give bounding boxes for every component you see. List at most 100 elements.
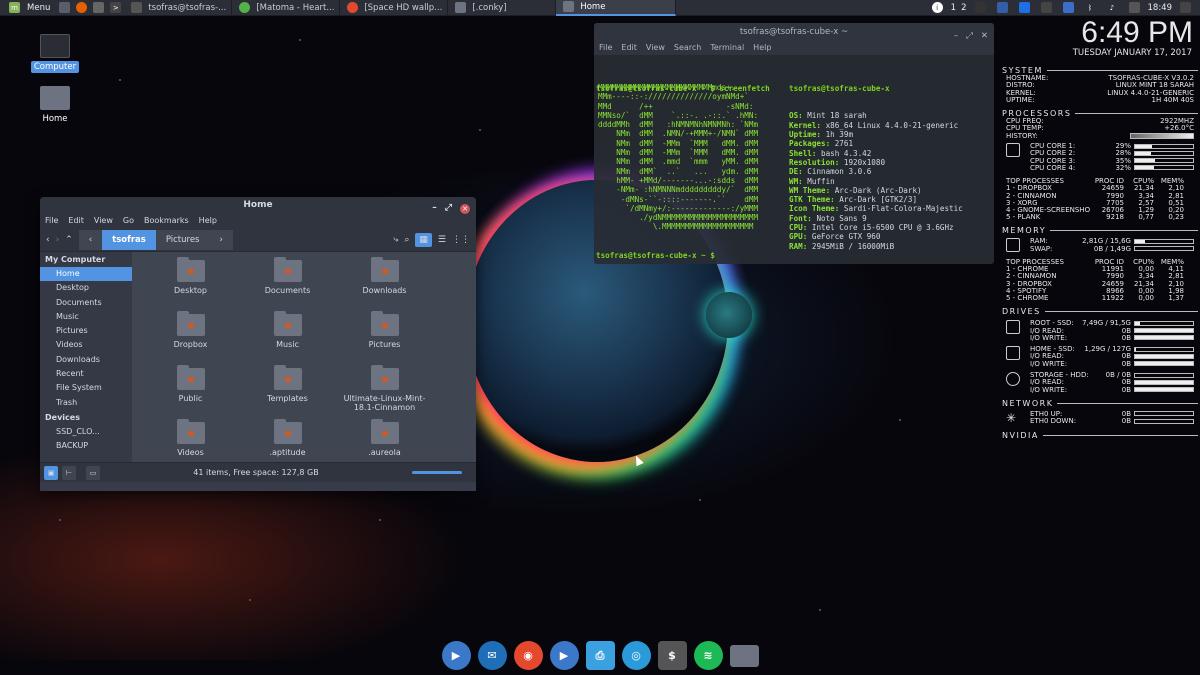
keyboard-flag-icon[interactable] — [996, 2, 1008, 13]
info-line: Packages: 2761 — [789, 139, 963, 148]
sidebar-item-trash[interactable]: Trash — [40, 396, 132, 410]
maximize-icon[interactable]: ⤢ — [445, 200, 452, 217]
network-icon[interactable] — [1128, 2, 1140, 13]
menu-help[interactable]: Help — [199, 214, 217, 228]
places-icon[interactable]: ▣ — [44, 465, 58, 480]
menu-edit[interactable]: Edit — [68, 214, 84, 228]
updates-icon[interactable] — [1040, 2, 1052, 13]
sidebar-item-downloads[interactable]: Downloads — [40, 353, 132, 367]
search-icon[interactable]: ⌕ — [404, 235, 409, 245]
sidebar-item-documents[interactable]: Documents — [40, 296, 132, 310]
crumb-pictures[interactable]: Pictures — [155, 229, 210, 250]
file-item[interactable]: Music — [239, 311, 336, 366]
crumb-right-arrow[interactable]: › — [209, 229, 233, 250]
task-conky[interactable]: [.conky] — [448, 0, 557, 16]
sidebar-device-ssd[interactable]: SSD_CLO... — [40, 425, 132, 439]
menu-file[interactable]: File — [45, 214, 58, 228]
files-icon[interactable] — [729, 644, 759, 667]
menu-button[interactable]: m Menu — [0, 2, 56, 13]
terminal-menu-terminal[interactable]: Terminal — [710, 41, 744, 55]
file-item[interactable]: Public — [142, 365, 239, 420]
eye-app-icon[interactable]: ◎ — [621, 641, 651, 670]
bluetooth-icon[interactable]: ᛒ — [1085, 2, 1096, 13]
maximize-icon[interactable]: ⤢ — [966, 27, 973, 45]
sidebar-item-filesystem[interactable]: File System — [40, 381, 132, 395]
file-item[interactable]: .aptitude — [239, 419, 336, 462]
terminal-launcher-icon[interactable]: > — [110, 2, 122, 13]
sidebar-item-home[interactable]: Home — [40, 267, 132, 282]
sidebar-header-devices[interactable]: Devices — [40, 410, 132, 425]
toggle-location-icon[interactable]: ⤷ — [393, 235, 398, 245]
sidebar-header-computer[interactable]: My Computer — [40, 252, 132, 267]
file-item[interactable]: Templates — [239, 365, 336, 420]
menu-view[interactable]: View — [94, 214, 113, 228]
file-item[interactable]: Documents — [239, 257, 336, 312]
sidebar-item-pictures[interactable]: Pictures — [40, 324, 132, 338]
panel-clock[interactable]: 18:49 — [1148, 3, 1173, 13]
menu-go[interactable]: Go — [123, 214, 134, 228]
crumb-tsofras[interactable]: tsofras — [102, 229, 156, 250]
mint-logo-icon: m — [9, 2, 20, 13]
firefox-icon[interactable] — [76, 2, 88, 13]
terminal-menu-search[interactable]: Search — [674, 41, 701, 55]
terminal-menu-help[interactable]: Help — [753, 41, 771, 55]
sidebar-item-desktop[interactable]: Desktop — [40, 281, 132, 295]
task-terminal[interactable]: tsofras@tsofras-... — [124, 0, 233, 16]
sidebar-item-videos[interactable]: Videos — [40, 338, 132, 352]
dropbox-icon[interactable] — [1018, 2, 1030, 13]
compact-view-icon[interactable]: ⋮⋮ — [452, 235, 470, 245]
terminal-menu-file[interactable]: File — [599, 41, 612, 55]
info-icon[interactable]: i — [931, 2, 943, 13]
close-icon[interactable]: ✕ — [460, 203, 470, 214]
file-item[interactable]: Desktop — [142, 257, 239, 312]
up-icon[interactable]: ⌃ — [65, 235, 73, 245]
power-icon[interactable] — [1180, 2, 1191, 13]
minimize-icon[interactable]: – — [432, 200, 437, 217]
sidebar-device-backup[interactable]: BACKUP — [40, 439, 132, 453]
file-item[interactable]: Downloads — [336, 257, 433, 312]
printer-icon[interactable]: ⎙ — [585, 641, 615, 670]
steam-icon[interactable] — [93, 2, 105, 13]
back-icon[interactable]: ‹ — [46, 235, 50, 245]
close-icon[interactable]: ✕ — [981, 27, 988, 45]
forward-icon[interactable]: › — [56, 235, 60, 245]
terminal-menu-view[interactable]: View — [646, 41, 665, 55]
task-home[interactable]: Home — [556, 0, 677, 16]
icon-view-icon[interactable]: ▦ — [415, 232, 432, 247]
desktop-icon-computer[interactable]: Computer — [25, 34, 85, 73]
terminal-titlebar[interactable]: tsofras@tsofras-cube-x ~ – ⤢ ✕ — [594, 23, 994, 41]
menu-bookmarks[interactable]: Bookmarks — [144, 214, 189, 228]
video-player-2-icon[interactable]: ▶ — [549, 641, 579, 670]
file-item[interactable]: Ultimate-Linux-Mint-18.1-Cinnamon — [336, 365, 433, 420]
sidebar-item-music[interactable]: Music — [40, 310, 132, 324]
crumb-left-arrow[interactable]: ‹ — [78, 229, 103, 250]
shield-icon[interactable] — [1062, 2, 1074, 13]
workspace-2[interactable]: 2 — [961, 3, 966, 13]
file-item[interactable]: Videos — [142, 419, 239, 462]
list-view-icon[interactable]: ☰ — [438, 235, 446, 245]
file-item[interactable]: .aureola — [336, 419, 433, 462]
show-desktop-icon[interactable] — [59, 2, 71, 13]
task-space-wallpaper[interactable]: [Space HD wallp... — [340, 0, 449, 16]
spotify-icon[interactable]: ≋ — [693, 641, 723, 670]
user-icon[interactable] — [974, 2, 986, 13]
fm-titlebar[interactable]: Home – ⤢ ✕ — [40, 197, 476, 214]
minimize-icon[interactable]: – — [954, 27, 958, 45]
info-key: Resolution: — [789, 157, 840, 167]
terminal-menu-edit[interactable]: Edit — [621, 41, 637, 55]
thunderbird-icon[interactable]: ✉ — [477, 641, 507, 670]
workspace-1[interactable]: 1 — [951, 3, 956, 13]
video-player-icon[interactable]: ▶ — [441, 641, 471, 670]
terminal-output[interactable]: tsofras@tsofras-cube-x ~ $ screenfetch M… — [594, 55, 994, 264]
sidebar-toggle-icon[interactable]: ▭ — [86, 465, 100, 480]
tree-icon[interactable]: ⊢ — [62, 465, 76, 480]
volume-icon[interactable]: ♪ — [1107, 2, 1118, 13]
terminal-icon[interactable]: $ — [657, 641, 687, 670]
task-matoma[interactable]: [Matoma - Heart... — [232, 0, 341, 16]
zoom-slider[interactable] — [412, 471, 462, 474]
chrome-icon[interactable]: ◉ — [513, 641, 543, 670]
file-item[interactable]: Dropbox — [142, 311, 239, 366]
desktop-icon-home[interactable]: Home — [25, 86, 85, 125]
sidebar-item-recent[interactable]: Recent — [40, 367, 132, 381]
file-item[interactable]: Pictures — [336, 311, 433, 366]
